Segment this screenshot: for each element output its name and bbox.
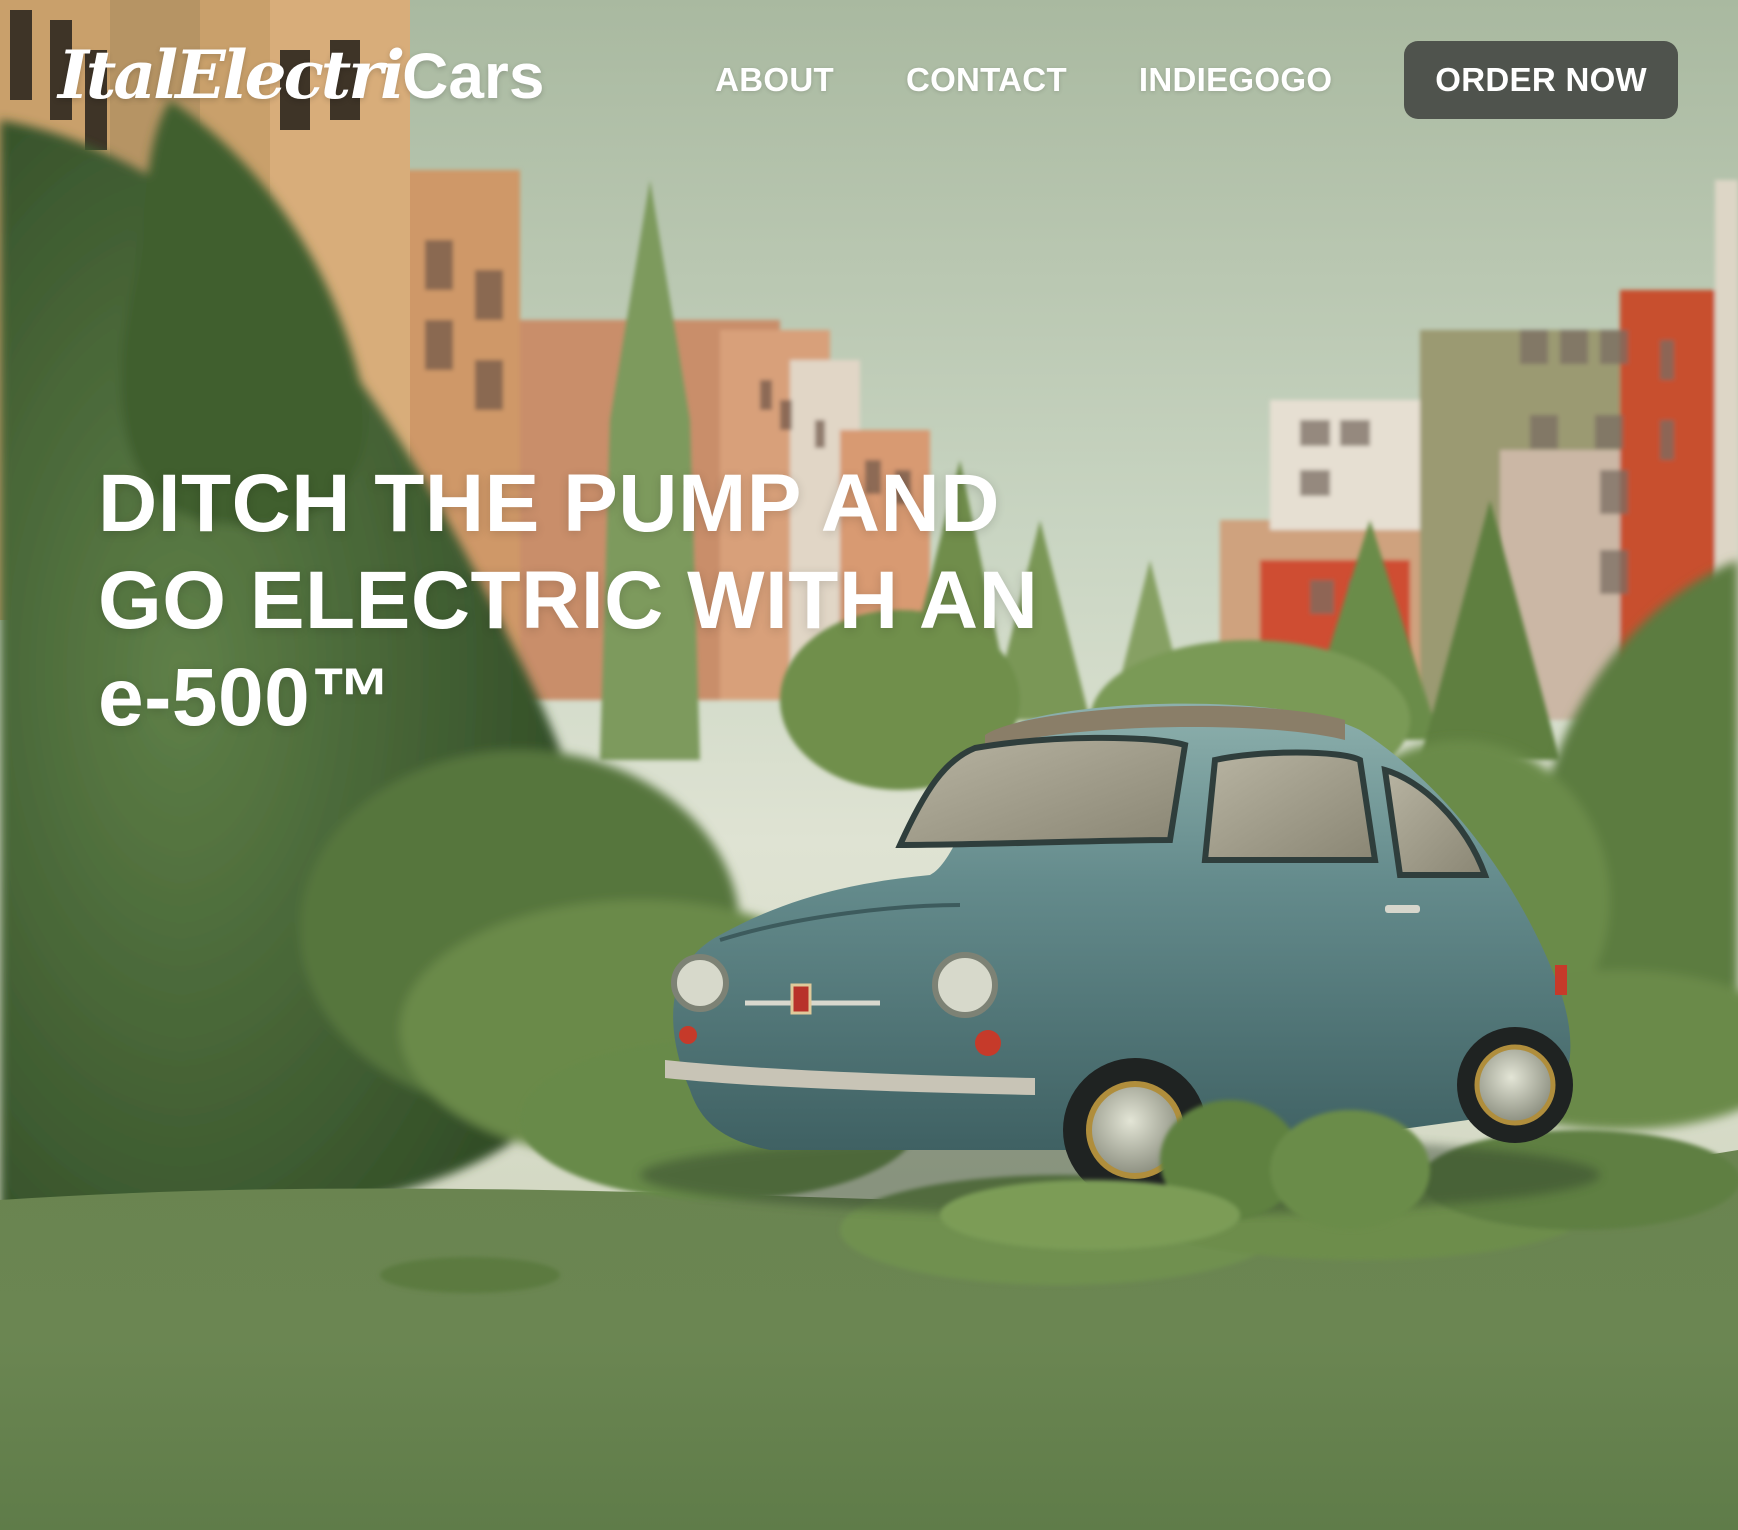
brand-logo[interactable]: ItalElectri Cars xyxy=(58,36,544,126)
hero-headline-line: e-500™ xyxy=(98,652,393,743)
hero-background-image xyxy=(0,0,1738,1530)
hero-headline-line: GO ELECTRIC WITH AN xyxy=(98,555,1039,646)
nav-link-about[interactable]: ABOUT xyxy=(715,61,834,99)
hero-headline: DITCH THE PUMP AND GO ELECTRIC WITH AN e… xyxy=(98,455,1058,746)
hero-section xyxy=(0,0,1738,1530)
order-now-button[interactable]: ORDER NOW xyxy=(1404,41,1678,119)
hero-headline-line: DITCH THE PUMP AND xyxy=(98,458,1000,549)
logo-plain-text: Cars xyxy=(402,40,545,112)
nav-link-contact[interactable]: CONTACT xyxy=(906,61,1067,99)
main-nav: ABOUT CONTACT INDIEGOGO ORDER NOW xyxy=(715,41,1678,119)
nav-link-indiegogo[interactable]: INDIEGOGO xyxy=(1139,61,1332,99)
logo-script-text: ItalElectri xyxy=(58,36,405,114)
